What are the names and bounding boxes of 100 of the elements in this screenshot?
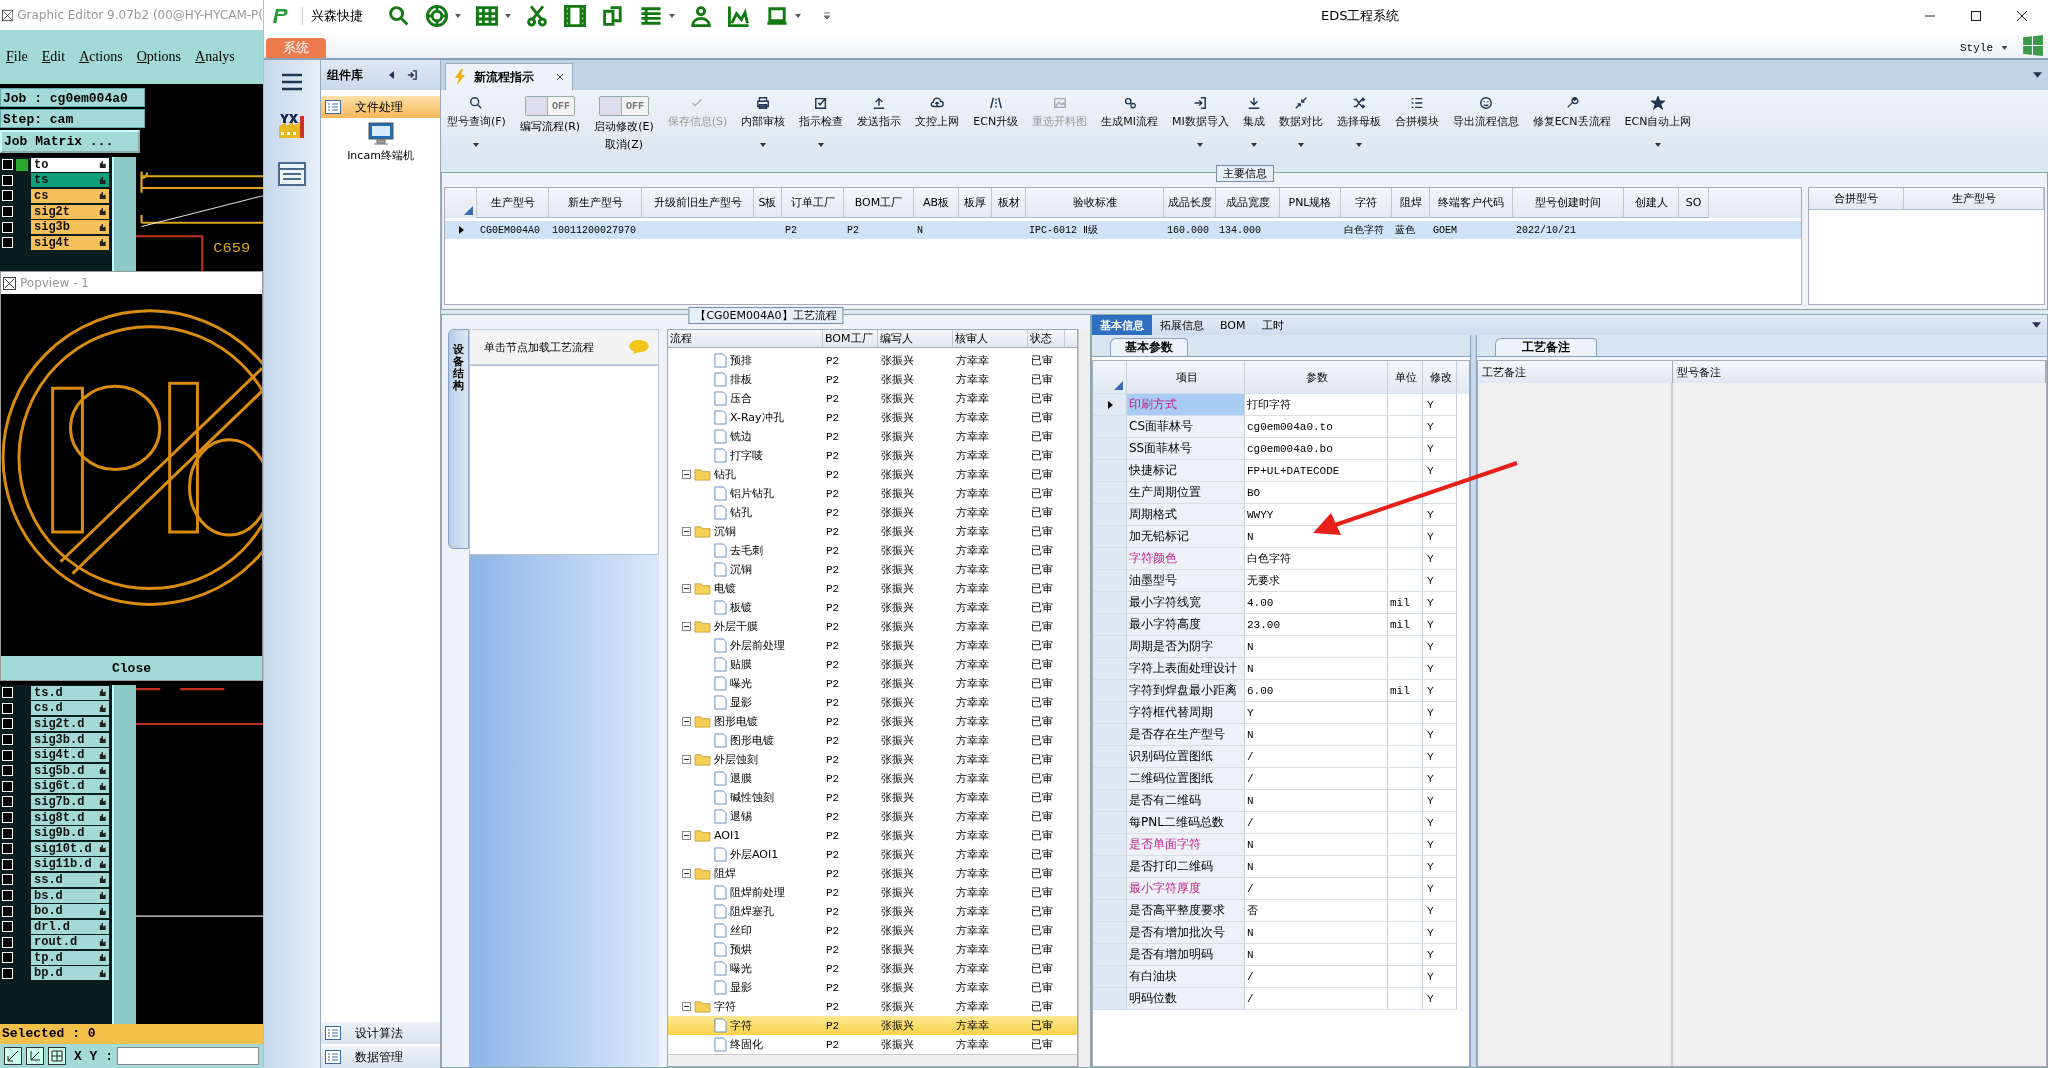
table-row[interactable]: 明码位数 / Y xyxy=(1093,988,1469,1010)
tree-row[interactable]: 外层干膜 P2 张振兴 方幸幸 已审 xyxy=(668,617,1077,636)
collapse-icon[interactable] xyxy=(682,584,691,593)
menu-item[interactable]: Edit xyxy=(41,49,66,65)
monitor-icon[interactable] xyxy=(367,122,394,146)
layer-checkbox[interactable] xyxy=(2,780,13,792)
tree-row[interactable]: 贴膜 P2 张振兴 方幸幸 已审 xyxy=(668,655,1077,674)
tree-row[interactable]: 去毛刺 P2 张振兴 方幸幸 已审 xyxy=(668,541,1077,560)
menu-item[interactable]: Options xyxy=(136,49,182,65)
tree-row[interactable]: 预烘 P2 张振兴 方幸幸 已审 xyxy=(668,940,1077,959)
layer-item[interactable]: bo.d xyxy=(31,904,109,919)
layer-checkbox[interactable] xyxy=(2,858,13,870)
layer-item[interactable]: sig10t.d xyxy=(31,841,109,856)
layer-item[interactable]: sig7b.d xyxy=(31,794,109,809)
table-row[interactable]: 周期是否为阴字 N Y xyxy=(1093,636,1469,658)
tab[interactable]: 基本参数 xyxy=(1110,338,1188,356)
side-tab[interactable]: 设备结构 xyxy=(448,329,469,549)
column-header[interactable]: 编写人 xyxy=(878,330,953,347)
library-section[interactable]: 设计算法 xyxy=(321,1022,440,1044)
tree-row[interactable]: 图形电镀 P2 张振兴 方幸幸 已审 xyxy=(668,712,1077,731)
layer-checkbox[interactable] xyxy=(2,765,13,777)
ribbon-button[interactable]: ECN自动上网 xyxy=(1624,96,1692,129)
table-row[interactable]: 识别码位置图纸 / Y xyxy=(1093,746,1469,768)
tree-row[interactable]: 电镀 P2 张振兴 方幸幸 已审 xyxy=(668,579,1077,598)
caret-icon[interactable] xyxy=(1355,143,1362,147)
layer-item[interactable]: sig4t xyxy=(31,235,109,250)
layer-item[interactable]: ts.d xyxy=(31,685,109,700)
laptop-icon[interactable] xyxy=(765,4,789,28)
ribbon-button[interactable]: MI数据导入 xyxy=(1171,96,1229,129)
table-row[interactable]: 是否有增加批次号 N Y xyxy=(1093,922,1469,944)
layer-checkbox[interactable] xyxy=(2,687,13,699)
ribbon-button[interactable]: 修复ECN丢流程 xyxy=(1532,96,1611,129)
tree-row[interactable]: 曝光 P2 张振兴 方幸幸 已审 xyxy=(668,674,1077,693)
caret-icon[interactable] xyxy=(1197,143,1204,147)
column-header[interactable]: S板 xyxy=(754,188,782,218)
layer-item[interactable]: sig8t.d xyxy=(31,810,109,825)
layer-checkbox[interactable] xyxy=(2,827,13,839)
tree-row[interactable]: 排板 P2 张振兴 方幸幸 已审 xyxy=(668,370,1077,389)
table-row[interactable]: 周期格式 WWYY Y xyxy=(1093,504,1469,526)
table-row[interactable]: 最小字符高度 23.00 mil Y xyxy=(1093,614,1469,636)
column-header[interactable]: 阻焊 xyxy=(1392,188,1430,218)
copy-icon[interactable] xyxy=(601,4,625,28)
tab[interactable]: 工艺备注 xyxy=(1495,338,1597,356)
column-header[interactable]: 板厚 xyxy=(959,188,992,218)
table-row[interactable]: 每PNL二维码总数 / Y xyxy=(1093,812,1469,834)
caret-icon[interactable] xyxy=(1250,143,1257,147)
table-row[interactable]: 快捷标记 FP+UL+DATECODE Y xyxy=(1093,460,1469,482)
layer-checkbox[interactable] xyxy=(2,890,13,901)
table-row[interactable]: 是否单面字符 N Y xyxy=(1093,834,1469,856)
tree-row[interactable]: 曝光 P2 张振兴 方幸幸 已审 xyxy=(668,959,1077,978)
zoom-tool-icon[interactable] xyxy=(26,1047,44,1065)
column-header[interactable]: 参数 xyxy=(1245,361,1388,394)
chart-icon[interactable] xyxy=(727,4,751,28)
scissors-icon[interactable] xyxy=(525,4,549,28)
table-row[interactable]: 是否高平整度要求 否 Y xyxy=(1093,900,1469,922)
layer-item[interactable]: rout.d xyxy=(31,935,109,950)
scrollbar[interactable] xyxy=(1078,329,1090,1067)
column-header[interactable]: 字符 xyxy=(1341,188,1392,218)
layer-item[interactable]: sig3b.d xyxy=(31,732,109,747)
ribbon-button[interactable]: 集成 xyxy=(1242,96,1265,129)
layer-item[interactable]: sig5b.d xyxy=(31,763,109,778)
column-header[interactable]: 核审人 xyxy=(953,330,1028,347)
person-icon[interactable] xyxy=(689,4,713,28)
layer-checkbox[interactable] xyxy=(2,221,13,233)
tree-row[interactable]: 外层AOI1 P2 张振兴 方幸幸 已审 xyxy=(668,845,1077,864)
tree-row[interactable]: 显影 P2 张振兴 方幸幸 已审 xyxy=(668,978,1077,997)
layer-checkbox[interactable] xyxy=(2,734,13,746)
tree-row[interactable]: AOI1 P2 张振兴 方幸幸 已审 xyxy=(668,826,1077,845)
layer-item[interactable]: sig6t.d xyxy=(31,779,109,794)
column-header[interactable]: 生产型号 xyxy=(477,188,549,218)
column-header[interactable]: 板材 xyxy=(992,188,1026,218)
close-icon[interactable] xyxy=(556,73,564,81)
caret-icon[interactable] xyxy=(760,143,767,147)
job-matrix-button[interactable]: Job Matrix ... xyxy=(0,130,140,153)
caret-icon[interactable] xyxy=(505,14,511,18)
table-row[interactable]: 印刷方式 打印字符 Y xyxy=(1093,394,1469,416)
column-header[interactable]: BOM工厂 xyxy=(823,330,878,347)
layer-item[interactable]: sig4t.d xyxy=(31,748,109,763)
collapse-icon[interactable] xyxy=(682,831,691,840)
column-header[interactable]: 成品长度 xyxy=(1164,188,1216,218)
table-row[interactable]: CG0EM004A0 10011200027970 P2 P2 N IPC-6012 Ⅱ级 160.000 134.000 白色字符 蓝色 GOEM 2022/10/21 xyxy=(445,221,1801,239)
tree-row[interactable]: 字符 P2 张振兴 方幸幸 已审 xyxy=(668,997,1077,1016)
column-header[interactable]: 修改 xyxy=(1423,361,1457,394)
layer-checkbox[interactable] xyxy=(2,812,13,824)
ribbon-button[interactable]: 文控上网 xyxy=(915,96,960,129)
table-row[interactable]: 字符上表面处理设计 N Y xyxy=(1093,658,1469,680)
tree-row[interactable]: 压合 P2 张振兴 方幸幸 已审 xyxy=(668,389,1077,408)
column-header[interactable]: 升级前旧生产型号 xyxy=(642,188,754,218)
tab[interactable]: 工时 xyxy=(1253,315,1292,335)
column-header[interactable]: 单位 xyxy=(1388,361,1423,394)
layer-checkbox[interactable] xyxy=(2,952,13,964)
tree-row[interactable]: 丝印 P2 张振兴 方幸幸 已审 xyxy=(668,921,1077,940)
table-row[interactable]: 二维码位置图纸 / Y xyxy=(1093,768,1469,790)
table-row[interactable]: 加无铅标记 N Y xyxy=(1093,526,1469,548)
tree-row[interactable]: 图形电镀 P2 张振兴 方幸幸 已审 xyxy=(668,731,1077,750)
grid-icon[interactable] xyxy=(475,4,499,28)
layer-item[interactable]: sig2t.d xyxy=(31,717,109,731)
ribbon-button[interactable]: 内部审核 xyxy=(741,96,786,129)
close-button[interactable]: Close xyxy=(104,659,159,677)
column-header[interactable]: 状态 xyxy=(1028,330,1065,347)
